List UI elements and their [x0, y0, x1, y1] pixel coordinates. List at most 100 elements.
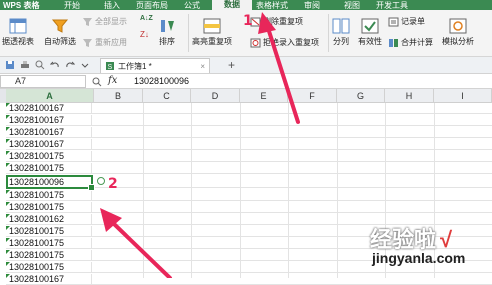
split-columns-button[interactable]: 分列 — [332, 18, 350, 47]
error-indicator-icon — [6, 274, 10, 278]
pivot-table-icon — [9, 18, 27, 34]
error-indicator-icon — [6, 163, 10, 167]
highlight-duplicates-button[interactable]: 高亮重复项 — [192, 18, 232, 47]
autofilter-button[interactable]: 自动筛选 — [44, 18, 76, 47]
cell-a[interactable]: 13028100175 — [6, 202, 92, 213]
cell-value: 13028100175 — [9, 151, 65, 161]
table-row: 13028100167 — [6, 127, 492, 138]
step-label-2: 2 — [108, 176, 118, 192]
tab-view[interactable]: 视图 — [332, 0, 372, 11]
menu-bar: WPS 表格 开始 插入 页面布局 公式 数据 表格样式 审阅 视图 开发工具 — [0, 0, 492, 10]
tab-home[interactable]: 开始 — [52, 0, 92, 11]
sort-za-glyph: Z↓ — [140, 30, 149, 38]
pivot-table-button[interactable]: 据透视表 — [2, 18, 34, 47]
tab-table-style[interactable]: 表格样式 — [252, 0, 292, 11]
cell-value: 13028100175 — [9, 190, 65, 200]
fx-button[interactable]: fx — [108, 75, 117, 86]
cell-value: 13028100175 — [9, 202, 65, 212]
check-icon: √ — [440, 227, 453, 252]
cell-a[interactable]: 13028100175 — [6, 250, 92, 261]
app-logo[interactable]: WPS 表格 — [0, 0, 52, 11]
undo-icon[interactable] — [50, 60, 60, 70]
pivot-table-label: 据透视表 — [2, 37, 34, 46]
svg-text:S: S — [108, 64, 113, 71]
reapply-label: 重新应用 — [95, 38, 127, 47]
cell-a[interactable]: 13028100175 — [6, 190, 92, 201]
tab-workbook-label: 工作簿1 * — [118, 61, 152, 71]
tab-developer[interactable]: 开发工具 — [372, 0, 412, 11]
name-box[interactable]: A7 — [0, 75, 86, 88]
reapply-button[interactable]: 重新应用 — [82, 37, 127, 48]
column-header[interactable]: E — [240, 89, 288, 103]
cell-a[interactable]: 13028100167 — [6, 115, 92, 126]
svg-text:Z↓: Z↓ — [140, 30, 149, 38]
cell-value: 13028100167 — [9, 127, 65, 137]
delete-duplicates-button[interactable]: 删除重复项 — [250, 16, 303, 27]
cell-value: 13028100167 — [9, 274, 65, 284]
consolidate-button[interactable]: 合并计算 — [388, 37, 433, 48]
redo-icon[interactable] — [65, 60, 75, 70]
ribbon-divider — [188, 14, 189, 52]
cell-a[interactable]: 13028100167 — [6, 274, 92, 285]
record-form-button[interactable]: 记录单 — [388, 16, 425, 27]
zoom-icon[interactable] — [92, 77, 102, 87]
reject-duplicates-button[interactable]: 拒绝录入重复项 — [250, 37, 319, 48]
cell-a[interactable]: 13028100167 — [6, 127, 92, 138]
tab-page-layout[interactable]: 页面布局 — [132, 0, 172, 11]
tab-data[interactable]: 数据 — [212, 0, 252, 10]
workbook-icon: S — [106, 62, 114, 71]
reject-duplicates-icon — [250, 38, 261, 47]
cell-a[interactable]: 13028100175 — [6, 226, 92, 237]
print-preview-icon[interactable] — [35, 60, 45, 70]
what-if-analysis-icon — [449, 18, 467, 34]
show-all-button[interactable]: 全部显示 — [82, 16, 127, 27]
cell-value: 13028100175 — [9, 163, 65, 173]
error-indicator-icon — [6, 151, 10, 155]
customize-dropdown-icon[interactable] — [80, 60, 90, 70]
cell-a[interactable]: 13028100167 — [6, 103, 92, 114]
print-icon[interactable] — [20, 60, 30, 70]
highlight-duplicates-label: 高亮重复项 — [192, 37, 232, 46]
quick-access-bar — [0, 57, 492, 74]
tab-workbook[interactable]: S 工作簿1 * × — [100, 58, 210, 73]
save-icon[interactable] — [5, 60, 15, 70]
cell-a[interactable]: 13028100175 — [6, 151, 92, 162]
sort-button[interactable]: 排序 — [158, 18, 176, 47]
cell-a[interactable]: 13028100175 — [6, 163, 92, 174]
sort-za-icon[interactable]: Z↓ — [140, 28, 153, 38]
table-row: 13028100175 — [6, 163, 492, 174]
formula-input[interactable]: 13028100096 — [134, 76, 189, 86]
tab-review[interactable]: 审阅 — [292, 0, 332, 11]
tab-insert[interactable]: 插入 — [92, 0, 132, 11]
table-row: 13028100167 — [6, 274, 492, 285]
split-columns-label: 分列 — [333, 37, 349, 46]
column-header[interactable]: G — [337, 89, 385, 103]
error-indicator-icon — [6, 103, 10, 107]
error-indicator-icon — [6, 202, 10, 206]
tab-formulas[interactable]: 公式 — [172, 0, 212, 11]
column-header[interactable]: D — [191, 89, 240, 103]
sort-az-button[interactable]: A↓Z — [140, 15, 153, 22]
cell-a[interactable]: 13028100175 — [6, 262, 92, 273]
cell-a[interactable]: 13028100162 — [6, 214, 92, 225]
cell-value: 13028100167 — [9, 115, 65, 125]
add-tab-button[interactable]: + — [228, 58, 235, 72]
column-header[interactable]: B — [94, 89, 143, 103]
show-all-icon — [83, 17, 92, 26]
column-header[interactable]: A — [6, 89, 94, 103]
ribbon-divider — [328, 14, 329, 52]
column-header[interactable]: I — [434, 89, 492, 103]
error-indicator-icon — [6, 139, 10, 143]
column-header[interactable]: F — [288, 89, 337, 103]
sort-label: 排序 — [159, 37, 175, 46]
what-if-analysis-button[interactable]: 模拟分析 — [442, 18, 474, 47]
consolidate-label: 合并计算 — [401, 38, 433, 47]
selected-cell-outline[interactable] — [6, 175, 95, 191]
close-icon[interactable]: × — [200, 62, 205, 71]
column-header[interactable]: C — [143, 89, 191, 103]
column-header[interactable]: H — [385, 89, 434, 103]
validity-button[interactable]: 有效性 — [358, 18, 382, 47]
sort-az-icon: A↓Z — [140, 15, 153, 22]
cell-a[interactable]: 13028100167 — [6, 139, 92, 150]
cell-a[interactable]: 13028100175 — [6, 238, 92, 249]
